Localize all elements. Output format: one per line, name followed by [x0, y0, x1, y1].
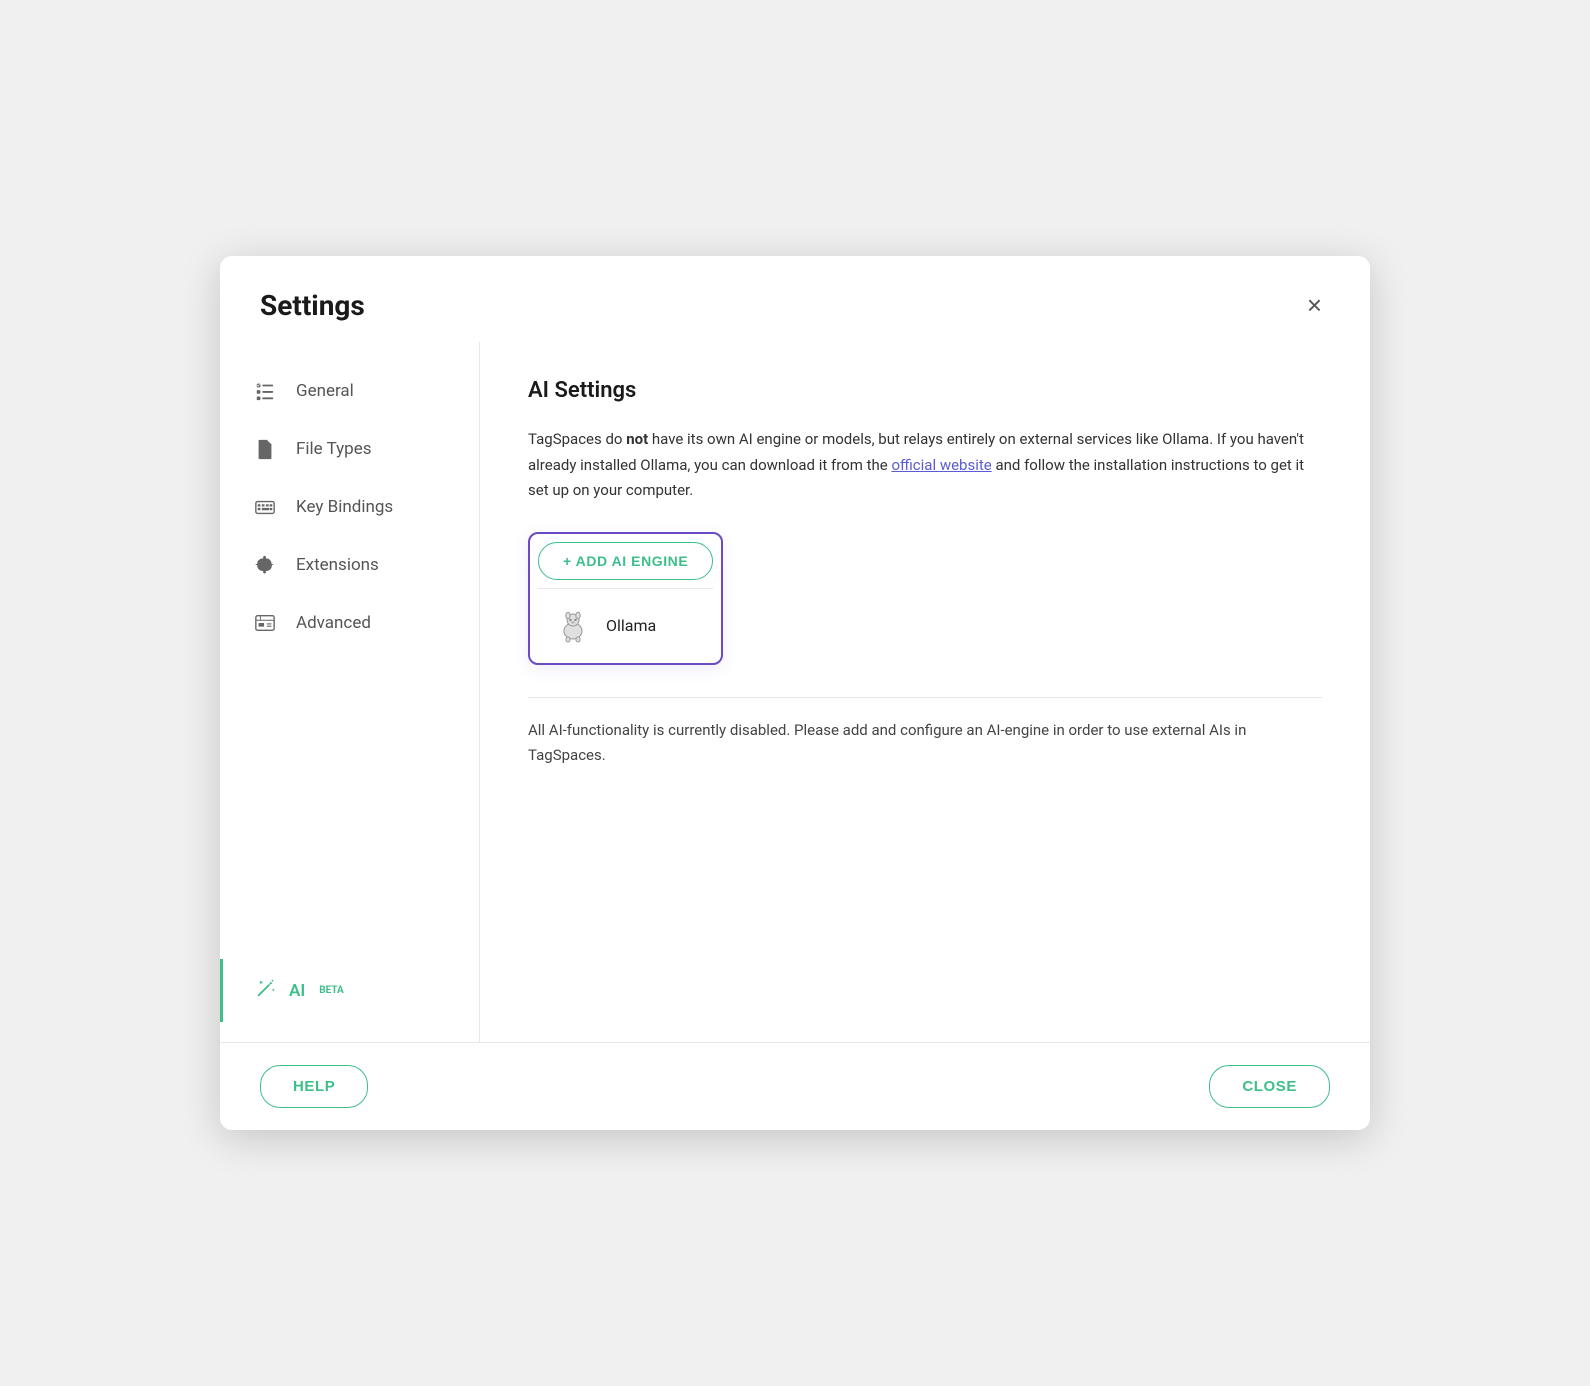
- file-types-icon: [252, 438, 278, 460]
- sidebar-label-general: General: [296, 381, 354, 401]
- dialog-title: Settings: [260, 289, 365, 322]
- dialog-close-button[interactable]: ×: [1299, 288, 1330, 322]
- main-content-area: AI Settings TagSpaces do not have its ow…: [480, 342, 1370, 1042]
- desc-part1: TagSpaces do: [528, 430, 626, 448]
- ollama-dropdown-item[interactable]: Ollama: [538, 597, 713, 655]
- sidebar-label-extensions: Extensions: [296, 555, 379, 575]
- sidebar-item-extensions[interactable]: Extensions: [220, 536, 479, 594]
- ai-beta-badge: BETA: [319, 985, 344, 996]
- ai-wand-icon: ×: [255, 977, 277, 1004]
- add-engine-container: + ADD AI ENGINE: [528, 532, 723, 665]
- advanced-icon: [252, 612, 278, 634]
- general-icon: [252, 380, 278, 402]
- settings-dialog: Settings × General: [220, 256, 1370, 1130]
- sidebar-label-key-bindings: Key Bindings: [296, 497, 393, 517]
- ai-label: AI: [289, 981, 305, 1001]
- sidebar-item-advanced[interactable]: Advanced: [220, 594, 479, 652]
- settings-sidebar: General File Types: [220, 342, 480, 1042]
- dialog-body: General File Types: [220, 342, 1370, 1042]
- help-button[interactable]: HELP: [260, 1065, 368, 1108]
- add-engine-dropdown: + ADD AI ENGINE: [528, 532, 723, 665]
- add-ai-engine-button[interactable]: + ADD AI ENGINE: [538, 542, 713, 580]
- sidebar-item-key-bindings[interactable]: Key Bindings: [220, 478, 479, 536]
- sidebar-item-general[interactable]: General: [220, 362, 479, 420]
- disabled-text: All AI-functionality is currently disabl…: [528, 697, 1322, 769]
- desc-bold: not: [626, 430, 648, 448]
- ollama-icon: [554, 607, 592, 645]
- dialog-footer: HELP CLOSE: [220, 1042, 1370, 1130]
- dialog-header: Settings ×: [220, 256, 1370, 342]
- key-bindings-icon: [252, 496, 278, 518]
- svg-text:×: ×: [260, 978, 264, 986]
- close-button[interactable]: CLOSE: [1209, 1065, 1330, 1108]
- sidebar-item-file-types[interactable]: File Types: [220, 420, 479, 478]
- sidebar-item-ai[interactable]: × AI BETA: [220, 959, 479, 1022]
- ollama-label: Ollama: [606, 616, 656, 635]
- dropdown-divider: [538, 588, 713, 589]
- sidebar-label-advanced: Advanced: [296, 613, 371, 633]
- extensions-icon: [252, 554, 278, 576]
- sidebar-divider: [220, 652, 479, 959]
- description-text: TagSpaces do not have its own AI engine …: [528, 427, 1322, 504]
- sidebar-label-file-types: File Types: [296, 439, 372, 459]
- section-title: AI Settings: [528, 378, 1322, 403]
- official-website-link[interactable]: official website: [891, 456, 991, 474]
